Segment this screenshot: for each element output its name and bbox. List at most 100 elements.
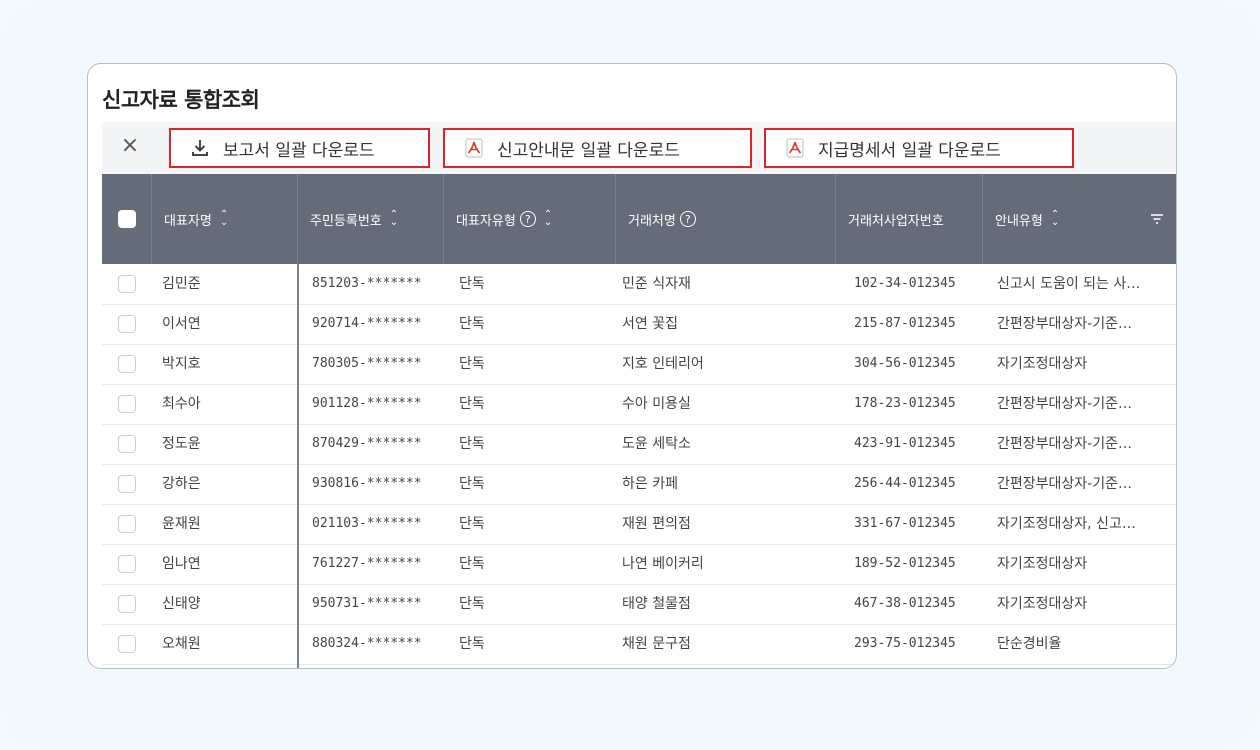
close-button[interactable]: ×: [116, 132, 144, 160]
row-checkbox[interactable]: [118, 475, 136, 493]
cell-name: 강하은: [162, 476, 201, 492]
cell-type: 단독: [459, 636, 485, 652]
cell-client: 나연 베이커리: [622, 556, 704, 572]
cell-guide: 자기조정대상자, 신고…: [997, 516, 1136, 532]
sort-icon[interactable]: ⌃ ⌄: [544, 210, 552, 228]
row-checkbox[interactable]: [118, 395, 136, 413]
notice-bulk-download-label: 신고안내문 일괄 다운로드: [497, 140, 680, 161]
notice-bulk-download-button[interactable]: 신고안내문 일괄 다운로드: [443, 128, 752, 168]
cell-biz: 178-23-012345: [854, 396, 956, 411]
table-row[interactable]: 윤재원 021103-******* 단독 재원 편의점 331-67-012345 자기…: [102, 504, 1176, 545]
col-header-biz-no-label: 거래처사업자번호: [848, 213, 944, 229]
cell-rrn: 851203-*******: [312, 276, 422, 291]
cell-rrn: 780305-*******: [312, 356, 422, 371]
row-checkbox[interactable]: [118, 595, 136, 613]
cell-type: 단독: [459, 316, 485, 332]
row-checkbox[interactable]: [118, 635, 136, 653]
help-icon[interactable]: ?: [679, 211, 696, 227]
col-header-rrn-label: 주민등록번호: [310, 213, 382, 229]
row-checkbox[interactable]: [118, 435, 136, 453]
cell-biz: 256-44-012345: [854, 476, 956, 491]
statement-bulk-download-button[interactable]: 지급명세서 일괄 다운로드: [764, 128, 1074, 168]
cell-rrn: 930816-*******: [312, 476, 422, 491]
cell-type: 단독: [459, 356, 485, 372]
cell-guide: 간편장부대상자-기준…: [997, 316, 1132, 332]
cell-biz: 189-52-012345: [854, 556, 956, 571]
table-row[interactable]: 신태양 950731-******* 단독 태양 철물점 467-38-012345 자기…: [102, 584, 1176, 625]
col-header-client[interactable]: 거래처명 ?: [616, 174, 836, 264]
cell-client: 태양 철물점: [622, 596, 691, 612]
pdf-icon: [463, 137, 485, 159]
cell-biz: 215-87-012345: [854, 316, 956, 331]
cell-rrn: 920714-*******: [312, 316, 422, 331]
cell-name: 신태양: [162, 596, 201, 612]
cell-guide: 자기조정대상자: [997, 556, 1088, 572]
cell-client: 채원 문구점: [622, 636, 691, 652]
cell-type: 단독: [459, 596, 485, 612]
col-header-rrn[interactable]: 주민등록번호 ⌃ ⌄: [298, 174, 444, 264]
cell-type: 단독: [459, 396, 485, 412]
table-row[interactable]: 최수아 901128-******* 단독 수아 미용실 178-23-012345 간편…: [102, 384, 1176, 425]
col-header-biz-no[interactable]: 거래처사업자번호: [836, 174, 983, 264]
cell-rrn: 761227-*******: [312, 556, 422, 571]
cell-rrn: 950731-*******: [312, 596, 422, 611]
cell-biz: 102-34-012345: [854, 276, 956, 291]
table-row[interactable]: 오채원 880324-******* 단독 채원 문구점 293-75-012345 단순…: [102, 624, 1176, 665]
col-header-name-label: 대표자명: [164, 213, 212, 229]
report-panel: 신고자료 통합조회 × 보고서 일괄 다운로드 신고안내문 일괄 다운로드 지급…: [87, 63, 1177, 669]
col-header-guide-type-label: 안내유형: [995, 213, 1043, 229]
cell-biz: 293-75-012345: [854, 636, 956, 651]
select-all-checkbox[interactable]: [118, 210, 136, 228]
cell-client: 민준 식자재: [622, 276, 691, 292]
table-row[interactable]: 김민준 851203-******* 단독 민준 식자재 102-34-012345 신고…: [102, 264, 1176, 305]
cell-rrn: 901128-*******: [312, 396, 422, 411]
cell-biz: 304-56-012345: [854, 356, 956, 371]
row-checkbox[interactable]: [118, 315, 136, 333]
col-header-guide-type[interactable]: 안내유형 ⌃ ⌄: [983, 174, 1176, 264]
table-row[interactable]: 강하은 930816-******* 단독 하은 카페 256-44-012345 간편장…: [102, 464, 1176, 505]
cell-rrn: 021103-*******: [312, 516, 422, 531]
cell-name: 박지호: [162, 356, 201, 372]
table-header: 대표자명 ⌃ ⌄ 주민등록번호 ⌃ ⌄ 대표자유형 ? ⌃ ⌄ 거래처명 ? 거래처사…: [102, 174, 1176, 264]
row-checkbox[interactable]: [118, 275, 136, 293]
col-header-rep-type-label: 대표자유형: [456, 213, 516, 229]
table-row[interactable]: 이서연 920714-******* 단독 서연 꽃집 215-87-012345 간편장…: [102, 304, 1176, 345]
report-bulk-download-label: 보고서 일괄 다운로드: [223, 140, 375, 161]
statement-bulk-download-label: 지급명세서 일괄 다운로드: [818, 140, 1001, 161]
row-checkbox[interactable]: [118, 355, 136, 373]
table-row[interactable]: 정도윤 870429-******* 단독 도윤 세탁소 423-91-012345 간편…: [102, 424, 1176, 465]
cell-client: 하은 카페: [622, 476, 678, 492]
cell-guide: 자기조정대상자: [997, 356, 1088, 372]
header-checkbox-cell: [102, 174, 152, 264]
table-row[interactable]: 임나연 761227-******* 단독 나연 베이커리 189-52-012345 자…: [102, 544, 1176, 585]
cell-biz: 331-67-012345: [854, 516, 956, 531]
sort-icon[interactable]: ⌃ ⌄: [220, 210, 228, 228]
cell-guide: 간편장부대상자-기준…: [997, 436, 1132, 452]
help-icon[interactable]: ?: [519, 211, 536, 227]
cell-name: 오채원: [162, 636, 201, 652]
sort-icon[interactable]: ⌃ ⌄: [390, 210, 398, 228]
sort-icon[interactable]: ⌃ ⌄: [1051, 210, 1059, 228]
cell-guide: 간편장부대상자-기준…: [997, 476, 1132, 492]
col-header-rep-type[interactable]: 대표자유형 ? ⌃ ⌄: [444, 174, 616, 264]
column-divider: [297, 264, 299, 668]
filter-icon[interactable]: [1150, 212, 1164, 230]
cell-guide: 단순경비율: [997, 636, 1062, 652]
cell-type: 단독: [459, 436, 485, 452]
row-checkbox[interactable]: [118, 555, 136, 573]
cell-client: 수아 미용실: [622, 396, 691, 412]
cell-biz: 467-38-012345: [854, 596, 956, 611]
cell-client: 재원 편의점: [622, 516, 691, 532]
cell-name: 임나연: [162, 556, 201, 572]
row-checkbox[interactable]: [118, 515, 136, 533]
cell-type: 단독: [459, 556, 485, 572]
cell-client: 서연 꽃집: [622, 316, 678, 332]
report-bulk-download-button[interactable]: 보고서 일괄 다운로드: [169, 128, 430, 168]
data-table: 대표자명 ⌃ ⌄ 주민등록번호 ⌃ ⌄ 대표자유형 ? ⌃ ⌄ 거래처명 ? 거래처사…: [102, 174, 1176, 668]
col-header-client-label: 거래처명: [628, 213, 676, 229]
table-row[interactable]: 박지호 780305-******* 단독 지호 인테리어 304-56-012345 자…: [102, 344, 1176, 385]
cell-name: 이서연: [162, 316, 201, 332]
col-header-name[interactable]: 대표자명 ⌃ ⌄: [152, 174, 298, 264]
cell-name: 정도윤: [162, 436, 201, 452]
pdf-icon: [784, 137, 806, 159]
